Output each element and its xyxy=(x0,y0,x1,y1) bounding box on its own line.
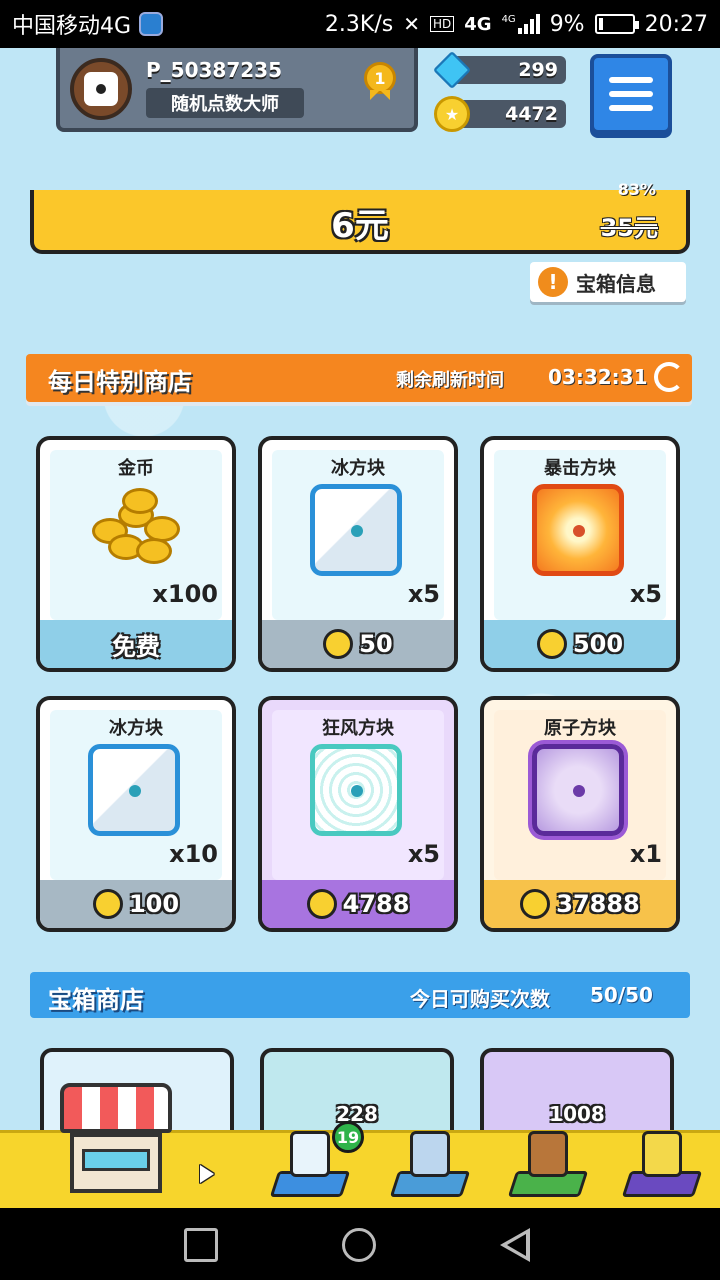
offer-price: 6元 xyxy=(331,206,389,246)
purchase-count-label: 今日可购买次数 xyxy=(410,987,550,1011)
coin-icon xyxy=(520,889,551,919)
back-icon[interactable] xyxy=(500,1228,530,1262)
item-price: 100 xyxy=(128,890,180,918)
clock: 20:27 xyxy=(644,11,708,37)
signpost-icon xyxy=(507,1127,589,1207)
bottom-navigation: 19 xyxy=(0,1083,720,1208)
item-price: 37888 xyxy=(556,890,640,918)
mute-icon: ✕ xyxy=(403,12,420,36)
player-name: P_50387235 xyxy=(146,58,282,82)
item-price-button[interactable]: 50 xyxy=(262,620,454,668)
shop-item-card[interactable]: 冰方块 x10 100 xyxy=(36,696,236,932)
dice-icon xyxy=(84,72,118,106)
item-price: 50 xyxy=(359,630,393,658)
notification-badge: 19 xyxy=(332,1121,364,1153)
shop-item-card[interactable]: 暴击方块 x5 500 xyxy=(480,436,680,672)
item-price: 4788 xyxy=(342,890,410,918)
item-name: 暴击方块 xyxy=(544,458,616,479)
menu-button[interactable] xyxy=(590,54,672,134)
avatar[interactable] xyxy=(70,58,132,120)
gold-coins-icon xyxy=(88,488,184,568)
menu-icon xyxy=(609,77,653,83)
item-quantity: x1 xyxy=(629,840,662,868)
item-quantity: x10 xyxy=(169,840,218,868)
network-4g-small-label: 4G xyxy=(501,14,516,25)
shop-icon xyxy=(60,1083,172,1133)
critical-block-icon xyxy=(532,484,628,580)
item-price-button[interactable]: 100 xyxy=(40,880,232,928)
coin-icon xyxy=(536,629,567,659)
hd-label: HD xyxy=(429,16,455,32)
daily-shop-header: 每日特别商店 剩余刷新时间 03:32:31 xyxy=(26,354,692,402)
shop-item-card[interactable]: 冰方块 x5 50 xyxy=(258,436,458,672)
chest-shop-title: 宝箱商店 xyxy=(48,986,144,1014)
nav-shop-button[interactable] xyxy=(60,1083,172,1205)
nav-map-button[interactable] xyxy=(500,1123,596,1208)
item-quantity: x5 xyxy=(407,840,440,868)
home-icon[interactable] xyxy=(342,1228,376,1262)
item-quantity: x100 xyxy=(152,580,218,608)
item-name: 狂风方块 xyxy=(322,718,394,739)
item-price: 500 xyxy=(572,630,624,658)
coin-counter[interactable]: 4472 ★ xyxy=(434,96,568,132)
recent-apps-icon[interactable] xyxy=(184,1228,218,1262)
exclamation-icon: ! xyxy=(538,267,568,297)
wind-block-icon xyxy=(310,744,406,840)
refresh-timer: 03:32:31 xyxy=(548,365,648,389)
battery-icon xyxy=(594,14,639,34)
play-arrow-icon xyxy=(200,1165,214,1183)
item-name: 冰方块 xyxy=(331,458,385,479)
gem-counter[interactable]: 299 xyxy=(432,50,568,90)
offer-old-price: 35元 xyxy=(600,214,658,242)
chest-info-button[interactable]: ! 宝箱信息 xyxy=(530,262,686,302)
item-price-button[interactable]: 37888 xyxy=(484,880,676,928)
item-name: 原子方块 xyxy=(544,718,616,739)
item-name: 金币 xyxy=(118,458,154,479)
game-screen: P_50387235 随机点数大师 1 299 4472 ★ 83% 6元 35… xyxy=(0,48,720,1208)
ice-block-icon xyxy=(88,744,184,840)
network-4g-label: 4G xyxy=(464,13,492,35)
item-price-button[interactable]: 免费 xyxy=(40,620,232,668)
battery-percent: 9% xyxy=(549,11,585,37)
coin-icon xyxy=(92,889,123,919)
atom-block-icon xyxy=(532,744,628,840)
carrier-label: 中国移动4G xyxy=(12,14,132,39)
signal-icon: 4G xyxy=(502,14,540,34)
item-name: 冰方块 xyxy=(109,718,163,739)
player-title: 随机点数大师 xyxy=(146,88,304,118)
coin-icon xyxy=(306,889,337,919)
nav-character-button[interactable] xyxy=(614,1123,710,1208)
item-quantity: x5 xyxy=(629,580,662,608)
refresh-label: 剩余刷新时间 xyxy=(396,370,504,391)
refresh-icon[interactable] xyxy=(654,362,684,392)
chest-shop-header: 宝箱商店 今日可购买次数 50/50 xyxy=(30,972,690,1018)
network-speed: 2.3K/s xyxy=(324,11,394,37)
item-quantity: x5 xyxy=(407,580,440,608)
coin-icon xyxy=(323,629,354,659)
daily-shop-title: 每日特别商店 xyxy=(48,368,192,396)
shop-item-card[interactable]: 狂风方块 x5 4788 xyxy=(258,696,458,932)
discount-label: 83% xyxy=(617,180,656,199)
player-panel[interactable]: P_50387235 随机点数大师 1 xyxy=(56,48,418,132)
system-navigation-bar xyxy=(0,1208,720,1280)
status-bar: 中国移动4G 2.3K/s ✕ HD 4G 4G 9% 20:27 xyxy=(0,0,720,48)
character-icon xyxy=(621,1127,703,1207)
chest-info-label: 宝箱信息 xyxy=(576,271,656,296)
ice-block-icon xyxy=(310,484,406,580)
app-notification-icon xyxy=(139,12,164,36)
purchase-count: 50/50 xyxy=(590,983,653,1007)
sword-shield-icon xyxy=(389,1127,471,1207)
coin-icon: ★ xyxy=(434,96,470,132)
offer-banner[interactable]: 83% 6元 35元 xyxy=(30,180,690,254)
rank-medal-icon: 1 xyxy=(364,62,396,106)
item-price-button[interactable]: 4788 xyxy=(262,880,454,928)
shop-item-card[interactable]: 金币 x100 免费 xyxy=(36,436,236,672)
item-price-button[interactable]: 500 xyxy=(484,620,676,668)
shop-item-card[interactable]: 原子方块 x1 37888 xyxy=(480,696,680,932)
nav-equipment-button[interactable] xyxy=(382,1123,478,1208)
item-price: 免费 xyxy=(112,632,160,661)
